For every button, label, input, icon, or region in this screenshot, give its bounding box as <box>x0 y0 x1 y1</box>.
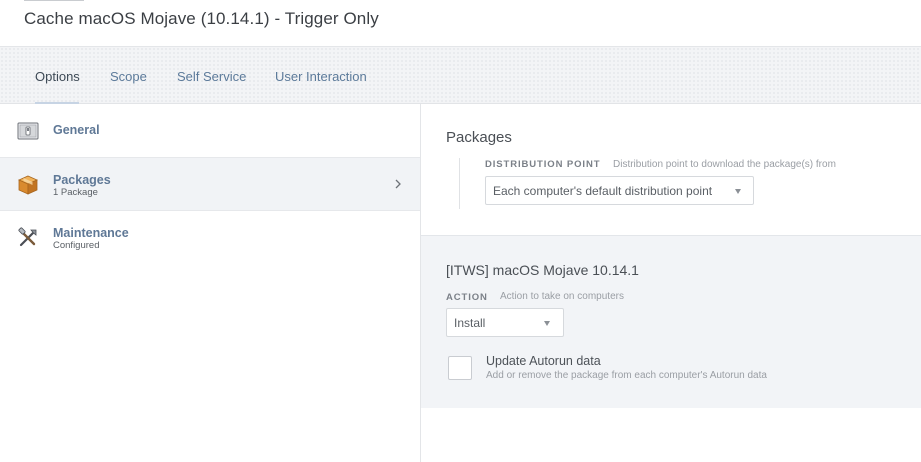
sidebar: General Packages 1 Package Maintenance C… <box>0 104 421 462</box>
page-header: Cache macOS Mojave (10.14.1) - Trigger O… <box>0 0 921 46</box>
select-value: Install <box>454 316 486 330</box>
distribution-point-select[interactable]: Each computer's default distribution poi… <box>485 176 754 205</box>
section-divider <box>459 158 460 209</box>
tab-self-service[interactable]: Self Service <box>177 69 246 84</box>
page-title: Cache macOS Mojave (10.14.1) - Trigger O… <box>24 9 379 28</box>
action-label: ACTION <box>446 292 488 303</box>
tab-scope[interactable]: Scope <box>110 69 147 84</box>
chevron-down-icon <box>735 189 741 194</box>
packages-section: Packages DISTRIBUTION POINT Distribution… <box>421 104 921 235</box>
tab-bar: Options Scope Self Service User Interact… <box>0 46 921 104</box>
update-autorun-label[interactable]: Update Autorun data <box>486 354 601 368</box>
select-value: Each computer's default distribution poi… <box>493 184 713 198</box>
tab-options[interactable]: Options <box>35 69 80 84</box>
package-settings-panel: [ITWS] macOS Mojave 10.14.1 ACTION Actio… <box>421 235 921 408</box>
sidebar-item-packages[interactable]: Packages 1 Package <box>0 157 420 211</box>
action-select[interactable]: Install <box>446 308 564 337</box>
policy-page: Cache macOS Mojave (10.14.1) - Trigger O… <box>0 0 921 462</box>
update-autorun-checkbox[interactable] <box>448 356 472 380</box>
general-switch-icon <box>17 122 39 140</box>
distribution-point-description: Distribution point to download the packa… <box>613 159 836 170</box>
section-title: Packages <box>446 129 512 146</box>
sidebar-item-label: Packages <box>53 173 111 187</box>
action-description: Action to take on computers <box>500 291 624 302</box>
sidebar-item-sublabel: Configured <box>53 240 100 251</box>
chevron-right-icon <box>395 179 401 189</box>
tools-icon <box>18 227 37 247</box>
breadcrumb-remnant <box>24 0 84 1</box>
package-name: [ITWS] macOS Mojave 10.14.1 <box>446 262 639 278</box>
distribution-point-label: DISTRIBUTION POINT <box>485 159 601 170</box>
main-pane: Packages DISTRIBUTION POINT Distribution… <box>421 104 921 462</box>
sidebar-item-general[interactable]: General <box>0 104 420 158</box>
sidebar-item-label: General <box>53 123 100 137</box>
sidebar-item-maintenance[interactable]: Maintenance Configured <box>0 211 420 265</box>
tab-user-interaction[interactable]: User Interaction <box>275 69 367 84</box>
package-box-icon <box>18 175 38 195</box>
update-autorun-description: Add or remove the package from each comp… <box>486 370 767 381</box>
chevron-down-icon <box>544 321 550 326</box>
sidebar-item-sublabel: 1 Package <box>53 187 98 198</box>
sidebar-item-label: Maintenance <box>53 226 129 240</box>
